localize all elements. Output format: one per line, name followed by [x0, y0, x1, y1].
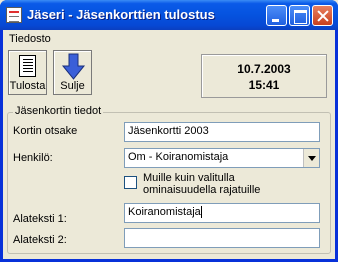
subtext2-input[interactable]	[124, 228, 320, 248]
person-label: Henkilö:	[13, 152, 53, 164]
title-bar[interactable]: Jäseri - Jäsenkorttien tulostus	[0, 0, 338, 30]
close-button[interactable]: Sulje	[53, 50, 92, 95]
client-area: Tiedosto Tulosta Sulje 10.7.2003 15:41 J…	[3, 30, 335, 259]
time-display: 15:41	[248, 78, 280, 92]
restrict-label-line1: Muille kuin valitulla	[143, 172, 235, 184]
close-button-label: Sulje	[60, 80, 85, 92]
window-title: Jäseri - Jäsenkorttien tulostus	[27, 7, 215, 22]
window-frame: Jäseri - Jäsenkorttien tulostus Tiedosto…	[0, 0, 338, 262]
down-arrow-icon	[61, 53, 86, 80]
restrict-label-line2: ominaisuudella rajatuille	[143, 184, 261, 196]
card-title-label: Kortin otsake	[13, 125, 78, 137]
card-title-input[interactable]: Jäsenkortti 2003	[124, 122, 320, 142]
subtext1-value: Koiranomistaja	[128, 206, 201, 218]
subtext2-label: Alateksti 2:	[13, 234, 67, 246]
document-icon	[19, 55, 36, 77]
date-display: 10.7.2003	[237, 62, 291, 76]
text-cursor	[200, 206, 202, 219]
person-selected-value: Om - Koiranomistaja	[128, 151, 229, 163]
menubar: Tiedosto	[3, 30, 335, 48]
group-title: Jäsenkortin tiedot	[13, 105, 104, 117]
subtext1-input[interactable]: Koiranomistaja	[124, 203, 320, 223]
card-title-value: Jäsenkortti 2003	[128, 125, 209, 137]
restrict-checkbox-label: Muille kuin valitulla ominaisuudella raj…	[143, 172, 260, 196]
datetime-panel: 10.7.2003 15:41	[201, 54, 327, 98]
minimize-button[interactable]	[266, 5, 287, 26]
menu-tiedosto[interactable]: Tiedosto	[9, 33, 51, 45]
print-button-label: Tulosta	[9, 80, 46, 92]
close-window-button[interactable]	[312, 5, 333, 26]
print-button[interactable]: Tulosta	[8, 50, 47, 95]
subtext1-label: Alateksti 1:	[13, 213, 67, 225]
restrict-checkbox[interactable]	[124, 176, 137, 189]
person-dropdown[interactable]: Om - Koiranomistaja	[124, 148, 320, 168]
maximize-button[interactable]	[289, 5, 310, 26]
chevron-down-icon[interactable]	[303, 149, 319, 167]
app-icon[interactable]	[6, 7, 22, 23]
